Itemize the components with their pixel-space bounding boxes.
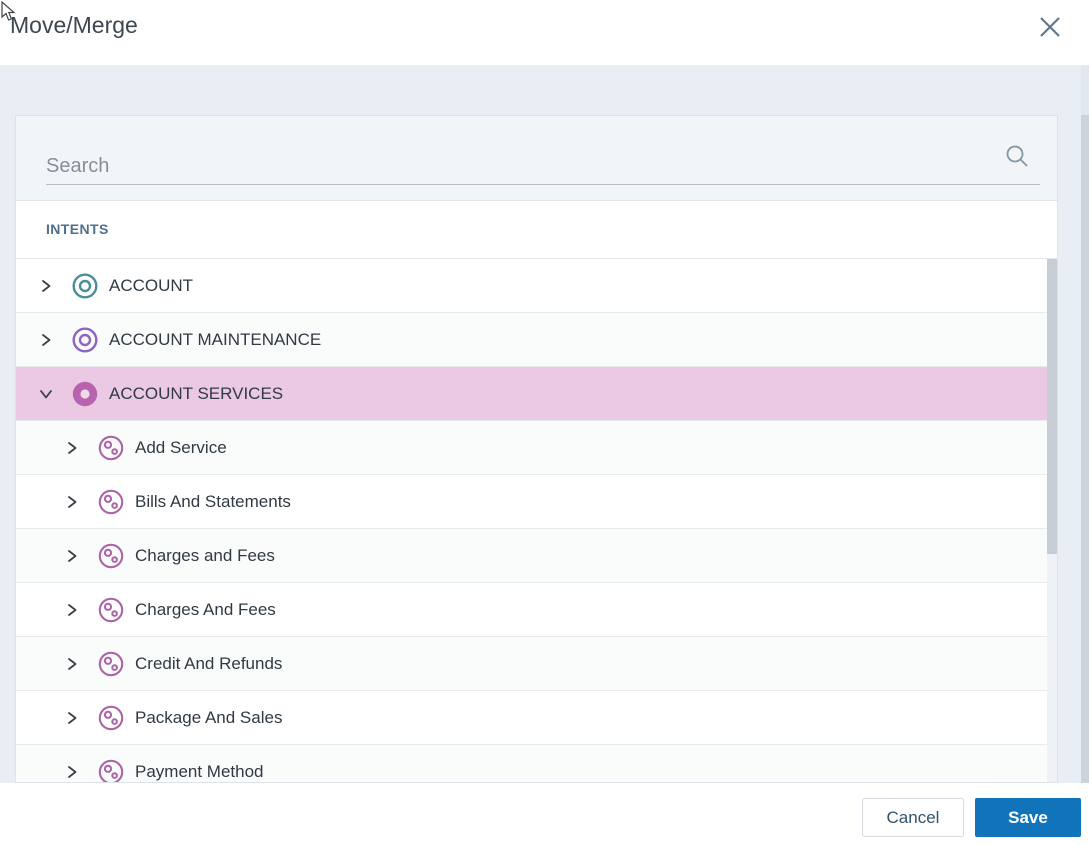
chevron-right-icon[interactable] [65, 711, 79, 725]
sub-intent-icon [97, 488, 125, 516]
close-icon[interactable] [1038, 15, 1062, 39]
cancel-button[interactable]: Cancel [862, 798, 964, 837]
dialog-footer: Cancel Save [0, 783, 1089, 844]
tree-row-label: Add Service [135, 437, 227, 457]
save-button[interactable]: Save [975, 798, 1081, 837]
chevron-right-icon[interactable] [65, 441, 79, 455]
chevron-right-icon[interactable] [65, 549, 79, 563]
chevron-right-icon[interactable] [65, 603, 79, 617]
intent-picker-panel: INTENTS ACCOUNT ACCOUNT MAINTENANCE ACCO… [15, 115, 1058, 783]
tree-row-label: Credit And Refunds [135, 653, 283, 673]
tree-row[interactable]: ACCOUNT MAINTENANCE [16, 313, 1049, 367]
tree-row[interactable]: ACCOUNT [16, 259, 1049, 313]
intent-circle-filled-icon [71, 380, 99, 408]
chevron-right-icon[interactable] [65, 765, 79, 779]
search-section [16, 116, 1057, 201]
tree-row-label: Charges And Fees [135, 599, 276, 619]
tree-row-label: Charges and Fees [135, 545, 275, 565]
tree-row[interactable]: Charges And Fees [16, 583, 1049, 637]
list-scrollbar-thumb[interactable] [1047, 259, 1057, 554]
tree-row-label: ACCOUNT SERVICES [109, 383, 284, 403]
search-icon[interactable] [1004, 143, 1030, 169]
mouse-cursor [1, 0, 17, 27]
tree-row-label: ACCOUNT [109, 275, 194, 295]
tree-row-label: Payment Method [135, 761, 264, 781]
sub-intent-icon [97, 704, 125, 732]
list-scrollbar[interactable] [1047, 259, 1057, 782]
chevron-right-icon[interactable] [65, 657, 79, 671]
sub-intent-icon [97, 650, 125, 678]
intent-circle-icon [71, 272, 99, 300]
window-scrollbar[interactable] [1081, 65, 1089, 844]
tree-row[interactable]: Credit And Refunds [16, 637, 1049, 691]
chevron-down-icon[interactable] [39, 387, 53, 401]
chevron-right-icon[interactable] [39, 333, 53, 347]
tree-row[interactable]: ACCOUNT SERVICES [16, 367, 1049, 421]
tree-row-label: ACCOUNT MAINTENANCE [109, 329, 322, 349]
intent-circle-icon [71, 326, 99, 354]
sub-intent-icon [97, 434, 125, 462]
intent-tree: ACCOUNT ACCOUNT MAINTENANCE ACCOUNT SERV… [16, 259, 1057, 782]
tree-row[interactable]: Payment Method [16, 745, 1049, 782]
tree-row[interactable]: Add Service [16, 421, 1049, 475]
dialog-title: Move/Merge [10, 12, 138, 38]
tree-row[interactable]: Bills And Statements [16, 475, 1049, 529]
sub-intent-icon [97, 542, 125, 570]
list-section-header: INTENTS [16, 201, 1057, 259]
chevron-right-icon[interactable] [65, 495, 79, 509]
window-scrollbar-thumb[interactable] [1081, 115, 1089, 795]
tree-list: ACCOUNT ACCOUNT MAINTENANCE ACCOUNT SERV… [16, 259, 1049, 782]
tree-row[interactable]: Package And Sales [16, 691, 1049, 745]
dialog-header: Move/Merge [0, 0, 1089, 65]
tree-row-label: Bills And Statements [135, 491, 291, 511]
search-input[interactable] [46, 148, 1040, 185]
sub-intent-icon [97, 596, 125, 624]
chevron-right-icon[interactable] [39, 279, 53, 293]
tree-row[interactable]: Charges and Fees [16, 529, 1049, 583]
sub-intent-icon [97, 758, 125, 782]
tree-row-label: Package And Sales [135, 707, 283, 727]
